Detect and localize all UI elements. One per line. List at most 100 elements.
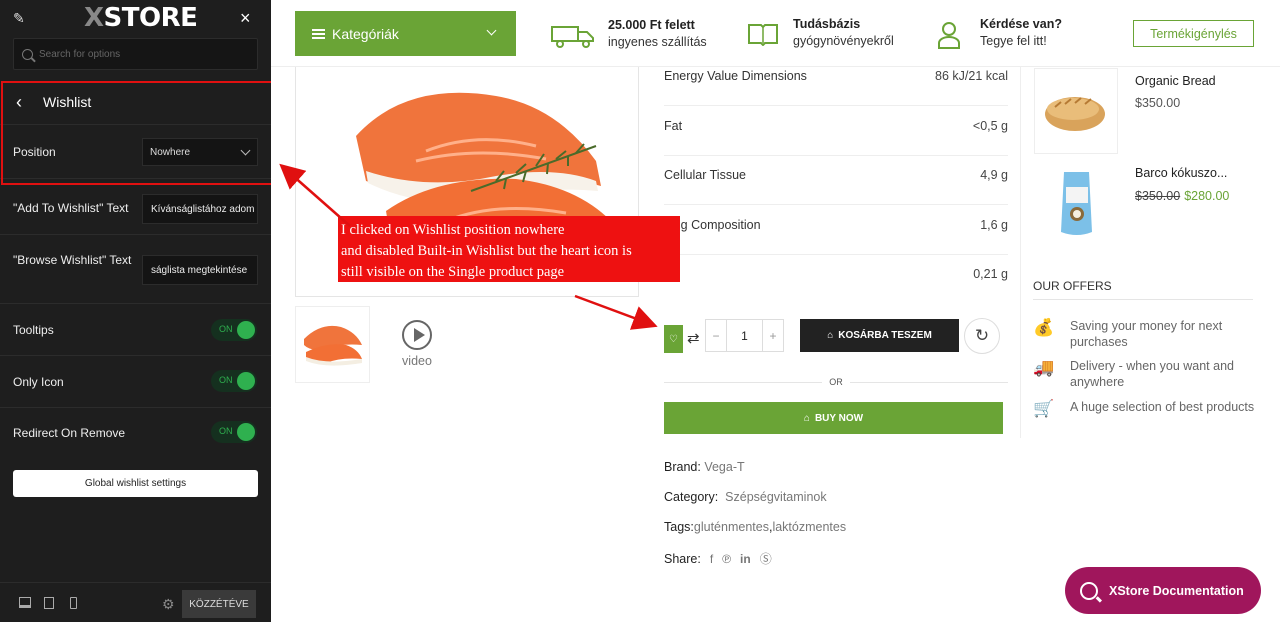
skype-icon[interactable]: Ⓢ xyxy=(760,552,772,566)
offers-title: OUR OFFERS xyxy=(1033,279,1253,300)
related-product-image[interactable] xyxy=(1034,68,1118,154)
documentation-label: XStore Documentation xyxy=(1109,583,1244,598)
qty-value[interactable]: 1 xyxy=(726,320,763,351)
money-bag-icon: 💰 xyxy=(1033,318,1055,337)
offer-text: A huge selection of best products xyxy=(1070,400,1255,414)
site-header: Kategóriák 25.000 Ft felett ingyenes szá… xyxy=(271,0,1280,67)
facebook-icon[interactable]: f xyxy=(710,552,713,566)
question-title: Kérdése van? xyxy=(980,17,1062,31)
tag-link[interactable]: gluténmentes xyxy=(694,520,769,534)
question-info: Kérdése van? Tegye fel itt! xyxy=(980,17,1062,48)
heart-icon: ♡ xyxy=(669,333,678,345)
knowledge-base-info: Tudásbázis gyógynövényekről xyxy=(793,17,894,48)
publish-button[interactable]: KÖZZÉTÉVE xyxy=(182,590,256,618)
coconut-pack-image xyxy=(1061,172,1092,235)
question-subtitle: Tegye fel itt! xyxy=(980,34,1047,48)
related-product-price: $350.00 $280.00 xyxy=(1135,189,1229,203)
delivery-truck-icon: 🚚 xyxy=(1033,358,1055,377)
related-product-name[interactable]: Barco kókuszo... xyxy=(1135,166,1227,180)
shipping-info: 25.000 Ft felett ingyenes szállítás xyxy=(608,18,707,49)
add-to-cart-button[interactable]: ⌂ KOSÁRBA TESZEM xyxy=(800,319,959,352)
basket-icon: ⌂ xyxy=(803,412,810,424)
browse-text-label: "Browse Wishlist" Text xyxy=(13,253,132,267)
bread-image xyxy=(1045,97,1105,131)
category-label: Category: xyxy=(664,490,719,504)
buy-now-button[interactable]: ⌂ BUY NOW xyxy=(664,402,1003,434)
toggle-knob xyxy=(237,321,255,339)
spec-row: Cellular Tissue 4,9 g xyxy=(664,156,1008,205)
redirect-toggle[interactable]: ON xyxy=(211,421,257,443)
share-line: Share: f ℗ in Ⓢ xyxy=(664,550,772,567)
video-label: video xyxy=(402,354,432,368)
brand-line: Brand: Vega-T xyxy=(664,460,745,474)
callout-line: I clicked on Wishlist position nowhere xyxy=(341,222,565,238)
kb-title: Tudásbázis xyxy=(793,17,861,31)
refresh-icon[interactable]: ↻ xyxy=(964,318,1000,354)
categories-button[interactable]: Kategóriák xyxy=(295,11,516,56)
or-divider: OR xyxy=(664,377,1008,387)
global-wishlist-settings-button[interactable]: Global wishlist settings xyxy=(13,470,258,497)
related-product-price: $350.00 xyxy=(1135,96,1181,110)
only-icon-row: Only Icon ON xyxy=(0,357,271,408)
spec-value: 1,6 g xyxy=(980,218,1008,232)
related-product-image[interactable] xyxy=(1034,162,1118,248)
only-icon-label: Only Icon xyxy=(13,375,64,389)
related-product-name[interactable]: Organic Bread xyxy=(1135,74,1216,88)
chevron-down-icon xyxy=(486,25,497,36)
toggle-knob xyxy=(237,423,255,441)
spec-value: 4,9 g xyxy=(980,168,1008,182)
search-field[interactable] xyxy=(13,38,258,70)
add-text-input[interactable]: Kívánságlistához adom xyxy=(142,194,258,224)
share-label: Share: xyxy=(664,552,701,566)
spec-key: Cellular Tissue xyxy=(664,168,746,182)
tablet-icon[interactable] xyxy=(44,597,54,609)
brand-link[interactable]: Vega-T xyxy=(704,460,744,474)
kb-subtitle: gyógynövényekről xyxy=(793,34,894,48)
tag-link[interactable]: laktózmentes xyxy=(772,520,846,534)
compare-icon[interactable]: ⇄ xyxy=(687,329,700,347)
brand-label: Brand: xyxy=(664,460,701,474)
pinterest-icon[interactable]: ℗ xyxy=(722,552,731,566)
menu-icon xyxy=(312,28,325,39)
qty-plus-button[interactable]: + xyxy=(763,320,783,351)
toggle-state: ON xyxy=(219,324,233,334)
spec-key: Energy Value Dimensions xyxy=(664,69,807,83)
only-icon-toggle[interactable]: ON xyxy=(211,370,257,392)
annotation-callout: I clicked on Wishlist position nowhere a… xyxy=(338,216,680,282)
tooltips-label: Tooltips xyxy=(13,323,54,337)
quantity-stepper[interactable]: − 1 + xyxy=(705,319,784,352)
gear-icon[interactable]: ⚙ xyxy=(162,596,175,613)
linkedin-icon[interactable]: in xyxy=(740,552,751,566)
close-icon[interactable]: × xyxy=(240,8,251,29)
preview-area: Kategóriák 25.000 Ft felett ingyenes szá… xyxy=(271,0,1280,622)
documentation-button[interactable]: XStore Documentation xyxy=(1065,567,1261,614)
redirect-label: Redirect On Remove xyxy=(13,426,126,440)
mobile-icon[interactable] xyxy=(70,597,77,609)
offer-text: Saving your money for next purchases xyxy=(1070,319,1223,349)
browse-text-input[interactable]: ságlista megtekintése xyxy=(142,255,258,285)
add-text-label: "Add To Wishlist" Text xyxy=(13,201,129,215)
callout-line: and disabled Built-in Wishlist but the h… xyxy=(341,243,632,259)
shipping-subtitle: ingyenes szállítás xyxy=(608,35,707,49)
tooltips-toggle[interactable]: ON xyxy=(211,319,257,341)
pin-icon[interactable]: ✎ xyxy=(13,10,25,27)
video-button[interactable]: video xyxy=(402,320,432,368)
wishlist-heart-button[interactable]: ♡ xyxy=(664,325,683,353)
search-input[interactable] xyxy=(39,48,249,60)
spec-key: Fat xyxy=(664,119,683,133)
xstore-logo: XSTORE xyxy=(84,3,198,33)
sale-price: $280.00 xyxy=(1184,189,1230,203)
spec-row: alt0,21 g xyxy=(664,255,1008,304)
column-divider xyxy=(1020,60,1021,438)
gallery-thumbnail[interactable] xyxy=(295,306,370,383)
category-link[interactable]: Szépségvitaminok xyxy=(725,490,826,504)
buy-now-label: BUY NOW xyxy=(814,412,864,424)
qty-minus-button[interactable]: − xyxy=(706,320,726,351)
desktop-icon[interactable] xyxy=(19,597,31,608)
support-agent-icon xyxy=(938,22,960,49)
basket-icon: ⌂ xyxy=(827,330,834,341)
add-to-cart-label: KOSÁRBA TESZEM xyxy=(838,330,932,341)
spec-value: 86 kJ/21 kcal xyxy=(935,69,1008,83)
add-text-row: "Add To Wishlist" Text Kívánságlistához … xyxy=(0,180,271,235)
product-request-button[interactable]: Termékigénylés xyxy=(1133,20,1254,47)
